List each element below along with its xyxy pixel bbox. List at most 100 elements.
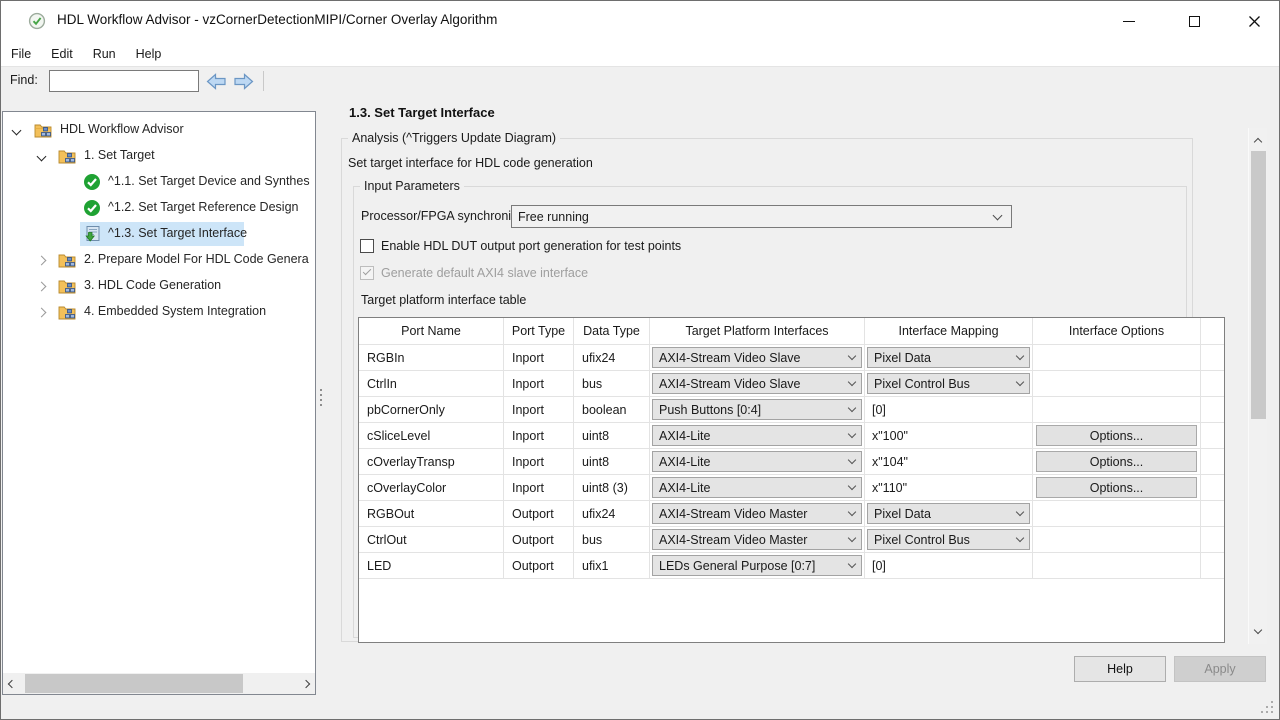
interface-mapping-dropdown[interactable]: Pixel Control Bus [867, 373, 1030, 394]
cell-spacer [1200, 371, 1224, 396]
enable-test-points-checkbox[interactable] [360, 239, 374, 253]
tree-horizontal-scrollbar[interactable] [3, 673, 315, 694]
find-next-button[interactable] [231, 70, 255, 92]
cell-interface-options [1032, 397, 1200, 422]
tree-item-embedded-system-integration[interactable]: 4. Embedded System Integration [3, 299, 315, 325]
chevron-down-icon [848, 534, 856, 542]
chevron-down-icon [1016, 352, 1024, 360]
test-points-checkbox-row: Enable HDL DUT output port generation fo… [360, 239, 681, 253]
panel-splitter-handle[interactable] [319, 386, 323, 410]
target-interface-dropdown[interactable]: AXI4-Stream Video Slave [652, 373, 862, 394]
tree-item-hdl-workflow-advisor[interactable]: HDL Workflow Advisor [3, 117, 315, 143]
interface-mapping-dropdown[interactable]: Pixel Data [867, 503, 1030, 524]
mapping-value-field[interactable]: [0] [865, 559, 886, 573]
scroll-right-button[interactable] [297, 673, 315, 694]
dropdown-value: AXI4-Stream Video Slave [659, 351, 801, 365]
expander-right-icon[interactable] [37, 308, 47, 318]
scroll-down-button[interactable] [1249, 622, 1267, 642]
scrollbar-thumb[interactable] [25, 674, 243, 693]
cell-port-type: Inport [503, 449, 573, 474]
tree-item-prepare-model[interactable]: 2. Prepare Model For HDL Code Genera [3, 247, 315, 273]
interface-options-button[interactable]: Options... [1036, 451, 1197, 472]
tree-item-set-target-device[interactable]: ^1.1. Set Target Device and Synthes [3, 169, 315, 195]
chevron-down-icon [993, 210, 1003, 220]
menu-edit[interactable]: Edit [41, 41, 83, 66]
axi4-slave-checkbox-row: Generate default AXI4 slave interface [360, 266, 588, 280]
target-interface-dropdown[interactable]: AXI4-Lite [652, 425, 862, 446]
menu-help[interactable]: Help [126, 41, 172, 66]
find-previous-button[interactable] [204, 70, 228, 92]
tree-item-label[interactable]: ^1.2. Set Target Reference Design [108, 200, 298, 214]
cell-port-type: Inport [503, 423, 573, 448]
mapping-value-field[interactable]: x"110" [865, 481, 907, 495]
expander-right-icon[interactable] [37, 282, 47, 292]
tree-item-set-target[interactable]: 1. Set Target [3, 143, 315, 169]
tree-item-label[interactable]: ^1.1. Set Target Device and Synthes [108, 174, 310, 188]
interface-mapping-dropdown[interactable]: Pixel Control Bus [867, 529, 1030, 550]
target-interface-dropdown[interactable]: AXI4-Stream Video Master [652, 503, 862, 524]
content-vertical-scrollbar[interactable] [1248, 128, 1267, 644]
interface-options-button[interactable]: Options... [1036, 425, 1197, 446]
tree-item-label[interactable]: 2. Prepare Model For HDL Code Genera [84, 252, 309, 266]
dropdown-value: AXI4-Lite [659, 455, 710, 469]
workflow-folder-icon [58, 303, 76, 321]
close-button[interactable] [1231, 1, 1277, 41]
dropdown-value: AXI4-Stream Video Slave [659, 377, 801, 391]
tree-item-label[interactable]: HDL Workflow Advisor [60, 122, 184, 136]
cell-data-type: uint8 [573, 449, 649, 474]
tree-item-hdl-code-generation[interactable]: 3. HDL Code Generation [3, 273, 315, 299]
mapping-value-field[interactable]: [0] [865, 403, 886, 417]
expander-down-icon[interactable] [12, 126, 22, 136]
tree-item-label[interactable]: 4. Embedded System Integration [84, 304, 266, 318]
processor-fpga-sync-dropdown[interactable]: Free running [511, 205, 1012, 228]
cell-port-name: CtrlIn [359, 371, 503, 396]
mapping-value-field[interactable]: x"104" [865, 455, 908, 469]
chevron-down-icon [848, 508, 856, 516]
column-header: Interface Mapping [864, 318, 1032, 344]
cell-interface-options [1032, 371, 1200, 396]
minimize-button[interactable] [1106, 1, 1152, 41]
cell-port-type: Outport [503, 501, 573, 526]
mapping-value-field[interactable]: x"100" [865, 429, 908, 443]
menu-run[interactable]: Run [83, 41, 126, 66]
dropdown-value: Push Buttons [0:4] [659, 403, 761, 417]
table-row-ctrlin: CtrlIn Inport bus AXI4-Stream Video Slav… [359, 371, 1224, 397]
tree-item-label[interactable]: 1. Set Target [84, 148, 155, 162]
tree-item-label[interactable]: 3. HDL Code Generation [84, 278, 221, 292]
cell-port-name: cSliceLevel [359, 423, 503, 448]
cell-port-name: LED [359, 553, 503, 578]
tree-item-set-target-reference-design[interactable]: ^1.2. Set Target Reference Design [3, 195, 315, 221]
workflow-folder-icon [58, 251, 76, 269]
column-header: Target Platform Interfaces [649, 318, 864, 344]
target-interface-dropdown[interactable]: AXI4-Lite [652, 451, 862, 472]
menu-file[interactable]: File [1, 41, 41, 66]
target-interface-dropdown[interactable]: AXI4-Lite [652, 477, 862, 498]
help-button[interactable]: Help [1074, 656, 1166, 682]
scrollbar-thumb[interactable] [1251, 151, 1266, 419]
find-combobox[interactable] [49, 70, 199, 92]
tree-item-set-target-interface-selected[interactable]: ^1.3. Set Target Interface [3, 221, 315, 247]
maximize-button[interactable] [1171, 1, 1217, 41]
apply-button[interactable]: Apply [1174, 656, 1266, 682]
checkbox-label: Enable HDL DUT output port generation fo… [381, 239, 681, 253]
chevron-down-icon [848, 430, 856, 438]
window-resize-grip[interactable] [1259, 699, 1273, 713]
interface-mapping-dropdown[interactable]: Pixel Data [867, 347, 1030, 368]
chevron-down-icon [1016, 378, 1024, 386]
interface-options-button[interactable]: Options... [1036, 477, 1197, 498]
table-row-coverlaytransp: cOverlayTransp Inport uint8 AXI4-Lite x"… [359, 449, 1224, 475]
target-interface-dropdown[interactable]: AXI4-Stream Video Slave [652, 347, 862, 368]
column-header: Interface Options [1032, 318, 1200, 344]
tree-item-label[interactable]: ^1.3. Set Target Interface [108, 226, 247, 240]
cell-spacer [1200, 501, 1224, 526]
expander-down-icon[interactable] [37, 152, 47, 162]
target-interface-dropdown[interactable]: LEDs General Purpose [0:7] [652, 555, 862, 576]
column-header: Data Type [573, 318, 649, 344]
expander-right-icon[interactable] [37, 256, 47, 266]
chevron-down-icon [848, 404, 856, 412]
scroll-left-button[interactable] [3, 673, 21, 694]
find-input[interactable] [50, 71, 213, 91]
scroll-up-button[interactable] [1249, 130, 1267, 150]
target-interface-dropdown[interactable]: AXI4-Stream Video Master [652, 529, 862, 550]
target-interface-dropdown[interactable]: Push Buttons [0:4] [652, 399, 862, 420]
